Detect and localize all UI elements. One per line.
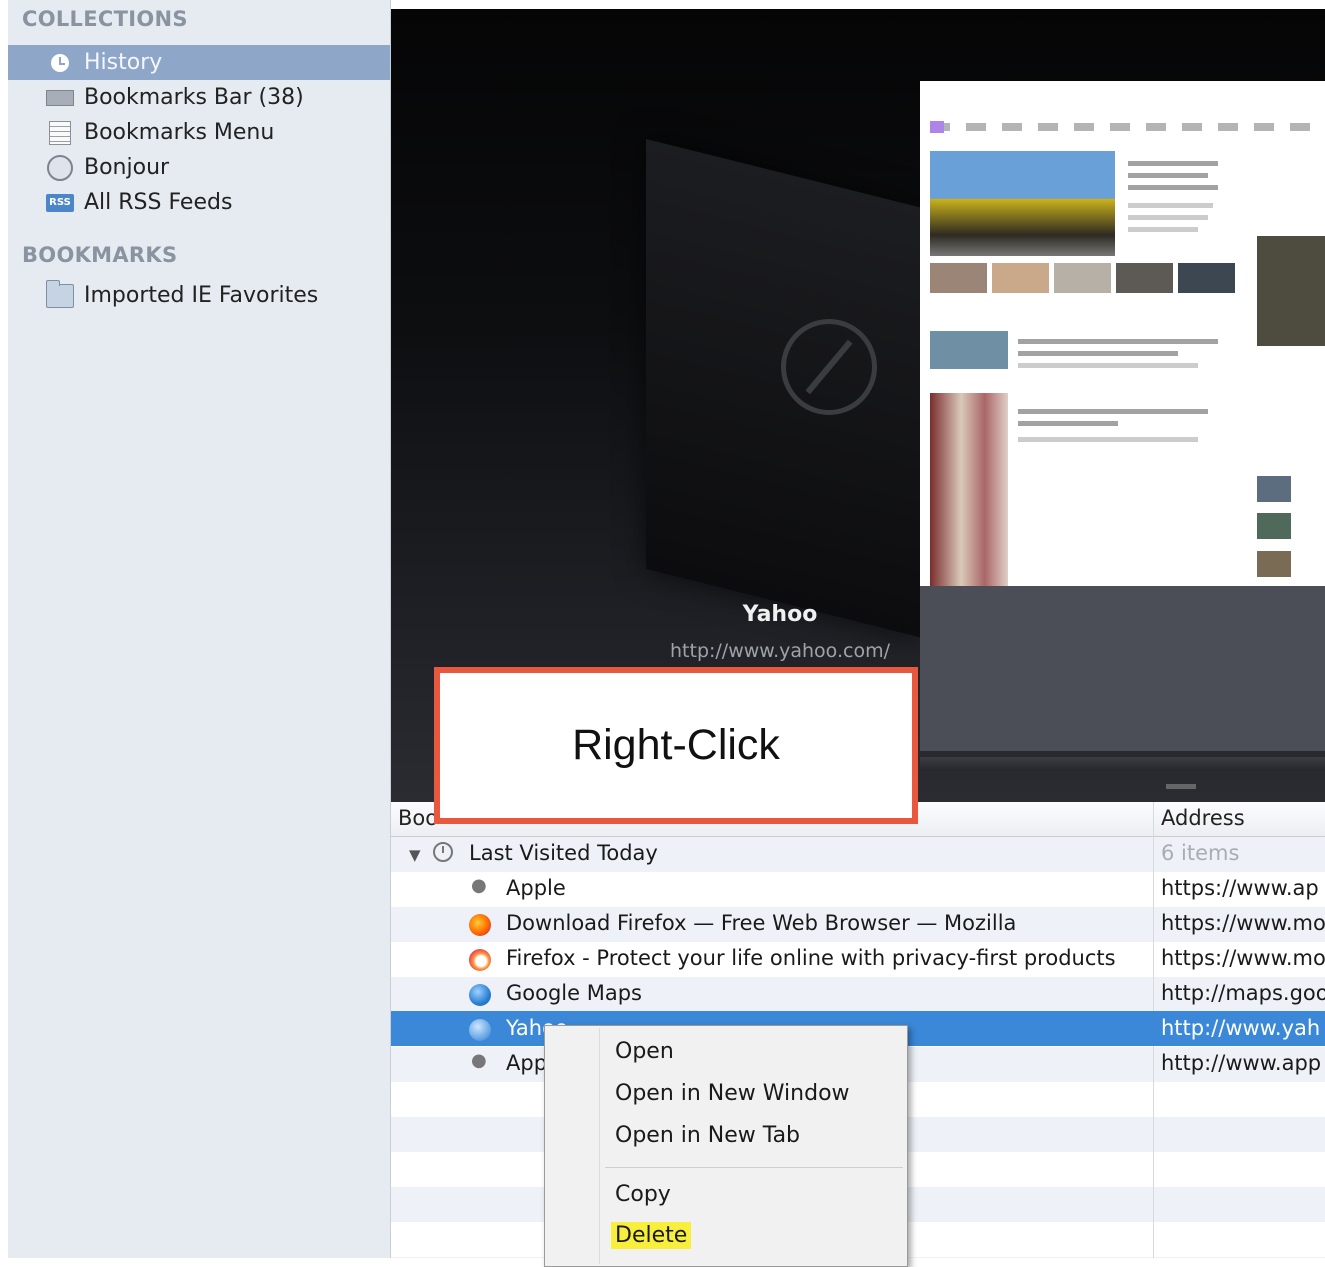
sidebar-item-label: Bonjour <box>84 155 170 180</box>
disclosure-triangle-icon[interactable]: ▼ <box>409 846 421 864</box>
sidebar-item-bookmarks-menu[interactable]: Bookmarks Menu <box>8 115 390 150</box>
menu-item-copy[interactable]: Copy <box>611 1181 675 1208</box>
bookmarks-menu-icon <box>46 120 74 145</box>
sidebar-item-label: History <box>84 50 163 75</box>
preview-title: Yahoo <box>742 602 818 627</box>
sidebar-item-label: Imported IE Favorites <box>84 283 319 308</box>
row-address: http://www.app <box>1161 1051 1322 1075</box>
row-address: http://www.yah <box>1161 1016 1321 1040</box>
clock-icon <box>46 52 74 74</box>
menu-item-delete[interactable]: Delete <box>611 1222 692 1249</box>
sidebar-item-imported-ie-favorites[interactable]: Imported IE Favorites <box>8 278 390 313</box>
cover-flow-side-card[interactable] <box>646 139 921 638</box>
group-row-last-visited-today[interactable]: ▼ Last Visited Today 6 items <box>391 836 1325 871</box>
menu-item-open-new-tab[interactable]: Open in New Tab <box>611 1122 804 1149</box>
folder-icon <box>46 279 74 308</box>
right-click-callout: Right-Click <box>434 667 918 824</box>
group-label: Last Visited Today <box>469 841 658 865</box>
table-row[interactable]: Google Maps http://maps.goo <box>391 976 1325 1011</box>
table-row[interactable]: ● Apple https://www.ap <box>391 871 1325 906</box>
row-address: https://www.ap <box>1161 876 1319 900</box>
row-address: http://maps.goo <box>1161 981 1325 1005</box>
collections-heading: COLLECTIONS <box>22 7 188 31</box>
sidebar-item-all-rss-feeds[interactable]: RSS All RSS Feeds <box>8 185 390 220</box>
column-header-bookmark[interactable]: Boo <box>398 806 438 830</box>
sidebar-item-label: All RSS Feeds <box>84 190 233 215</box>
apple-icon: ● <box>471 875 487 896</box>
sidebar-item-history[interactable]: History <box>8 45 390 80</box>
row-title: Apple <box>506 876 566 900</box>
apple-icon: ● <box>471 1050 487 1071</box>
menu-separator <box>605 1167 903 1168</box>
bookmarks-bar-icon <box>46 87 74 109</box>
sidebar-item-bookmarks-bar[interactable]: Bookmarks Bar (38) <box>8 80 390 115</box>
sidebar-item-label: Bookmarks Menu <box>84 120 275 145</box>
table-row[interactable]: Download Firefox — Free Web Browser — Mo… <box>391 906 1325 941</box>
bonjour-icon <box>46 154 74 181</box>
rss-badge: RSS <box>46 193 74 212</box>
row-title: Google Maps <box>506 981 642 1005</box>
page-thumbnail[interactable] <box>920 81 1325 586</box>
firefox-icon <box>469 949 491 971</box>
row-address: https://www.mo <box>1161 911 1325 935</box>
row-address: https://www.mo <box>1161 946 1325 970</box>
context-menu: Open Open in New Window Open in New Tab … <box>544 1025 908 1267</box>
callout-label: Right-Click <box>572 721 780 769</box>
firefox-icon <box>469 914 491 936</box>
cover-flow-resize-handle[interactable] <box>1166 784 1196 789</box>
bookmarks-heading: BOOKMARKS <box>22 243 178 267</box>
group-count: 6 items <box>1161 841 1240 865</box>
row-title: App <box>506 1051 548 1075</box>
globe-icon <box>469 984 491 1006</box>
cover-flow-scrollbar[interactable] <box>920 757 1325 771</box>
sidebar-item-label: Bookmarks Bar (38) <box>84 85 304 110</box>
row-title: Download Firefox — Free Web Browser — Mo… <box>506 911 1017 935</box>
rss-icon: RSS <box>46 192 74 214</box>
row-title: Firefox - Protect your life online with … <box>506 946 1116 970</box>
clock-icon <box>433 842 453 862</box>
sidebar: COLLECTIONS History Bookmarks Bar (38) B… <box>8 0 391 1258</box>
globe-icon <box>469 1019 491 1041</box>
column-header-address[interactable]: Address <box>1161 806 1245 830</box>
preview-url: http://www.yahoo.com/ <box>670 640 890 662</box>
table-row[interactable]: Firefox - Protect your life online with … <box>391 941 1325 976</box>
safari-compass-icon <box>781 319 877 415</box>
menu-gutter <box>599 1028 600 1264</box>
menu-item-open-new-window[interactable]: Open in New Window <box>611 1080 854 1107</box>
menu-item-open[interactable]: Open <box>611 1038 678 1065</box>
sidebar-item-bonjour[interactable]: Bonjour <box>8 150 390 185</box>
